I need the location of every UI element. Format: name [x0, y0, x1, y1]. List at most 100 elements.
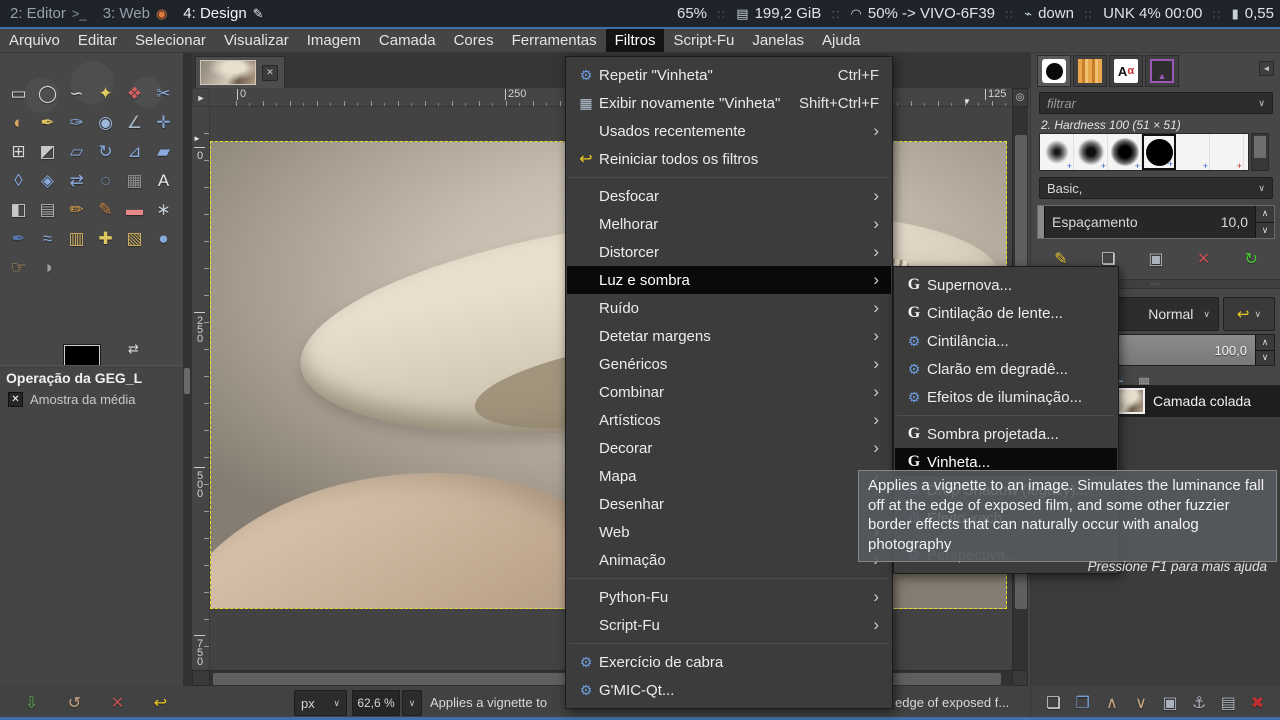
zoom-dropdown[interactable]: ∨ — [402, 690, 422, 716]
undo-icon[interactable]: ↺ — [63, 691, 87, 715]
menu-repeat-vinheta[interactable]: ⚙ Repetir "Vinheta" Ctrl+F — [567, 61, 891, 89]
menubar-item-camada[interactable]: Camada — [370, 29, 445, 52]
tab-brushes[interactable] — [1037, 55, 1071, 87]
tool-ellipse-select[interactable]: ◯ — [33, 79, 62, 108]
brush-list-scrollbar[interactable] — [1251, 133, 1269, 171]
brush-group-select[interactable]: Basic, ∨ — [1039, 177, 1273, 199]
menu-script-fu[interactable]: Script-Fu › — [567, 611, 891, 639]
tool-text[interactable]: A — [149, 166, 178, 195]
menu-gmic-qt[interactable]: ⚙ G'MIC-Qt... — [567, 676, 891, 704]
lower-layer-icon[interactable]: ∨ — [1129, 691, 1153, 715]
tool-eraser[interactable]: ▬ — [120, 195, 149, 224]
menu-reset-all-filters[interactable]: ↩ Reiniciar todos os filtros — [567, 145, 891, 173]
menubar-item-selecionar[interactable]: Selecionar — [126, 29, 215, 52]
tool-ink[interactable]: ✒ — [4, 224, 33, 253]
brush-hardness-025[interactable] — [1040, 134, 1074, 171]
tool-align[interactable]: ⊞ — [4, 137, 33, 166]
delete-layer-icon[interactable]: ✖ — [1245, 691, 1269, 715]
menu-melhorar[interactable]: Melhorar › — [567, 210, 891, 238]
brush-hardness-075[interactable] — [1108, 134, 1142, 171]
menubar-item-janelas[interactable]: Janelas — [743, 29, 813, 52]
tool-scale[interactable]: ⊿ — [120, 137, 149, 166]
quick-mask-toggle[interactable] — [192, 670, 210, 686]
tool-pencil[interactable]: ✏ — [62, 195, 91, 224]
tool-handle-transform[interactable]: ◌ — [91, 166, 120, 195]
menubar-item-visualizar[interactable]: Visualizar — [215, 29, 298, 52]
close-icon[interactable]: ✕ — [262, 64, 278, 81]
spin-down-icon[interactable]: ∨ — [1256, 351, 1274, 366]
new-group-icon[interactable]: ❒ — [1071, 691, 1095, 715]
reset-icon[interactable]: ↩ — [149, 691, 173, 715]
tool-flip[interactable]: ⇄ — [62, 166, 91, 195]
menu-ruido[interactable]: Ruído › — [567, 294, 891, 322]
spacing-spinner[interactable]: Espaçamento 10,0 ∧ ∨ — [1037, 205, 1275, 239]
workspace-4-design[interactable]: 4: Design ✎ — [183, 5, 263, 22]
menu-exercicio-de-cabra[interactable]: ⚙ Exercício de cabra — [567, 648, 891, 676]
submenu-sombra-projetada[interactable]: G Sombra projetada... — [895, 420, 1117, 448]
tool-crop[interactable]: ◩ — [33, 137, 62, 166]
clear-icon[interactable]: ✕ — [106, 691, 130, 715]
menubar-item-ajuda[interactable]: Ajuda — [813, 29, 869, 52]
menu-decorar[interactable]: Decorar › — [567, 434, 891, 462]
refresh-brushes-icon[interactable]: ↻ — [1239, 247, 1263, 271]
raise-layer-icon[interactable]: ∧ — [1100, 691, 1124, 715]
menu-python-fu[interactable]: Python-Fu › — [567, 583, 891, 611]
tab-fonts[interactable]: Aα — [1109, 55, 1143, 87]
menu-desfocar[interactable]: Desfocar › — [567, 182, 891, 210]
tool-select-by-color[interactable]: ❖ — [120, 79, 149, 108]
menubar-item-imagem[interactable]: Imagem — [298, 29, 370, 52]
duplicate-layer-icon[interactable]: ▣ — [1158, 691, 1182, 715]
delete-brush-icon[interactable]: ✕ — [1192, 247, 1216, 271]
brush-hardness-100-selected[interactable] — [1142, 134, 1176, 170]
checkbox-checked-icon[interactable]: ✕ — [8, 392, 23, 407]
layer-mode-reset-button[interactable]: ↩ ∨ — [1223, 297, 1275, 331]
new-layer-icon[interactable]: ❏ — [1042, 691, 1066, 715]
menubar-item-filtros[interactable]: Filtros — [605, 29, 665, 52]
menubar-item-arquivo[interactable]: Arquivo — [0, 29, 69, 52]
brush-filter-input[interactable]: filtrar ∨ — [1039, 92, 1273, 114]
tool-blur[interactable]: ● — [149, 224, 178, 253]
brush-splatter[interactable] — [1210, 134, 1244, 171]
menubar-item-ferramentas[interactable]: Ferramentas — [503, 29, 606, 52]
slider-handle[interactable] — [1038, 206, 1045, 238]
menu-detetar-margens[interactable]: Detetar margens › — [567, 322, 891, 350]
tab-patterns[interactable] — [1073, 55, 1107, 87]
menu-genericos[interactable]: Genéricos › — [567, 350, 891, 378]
menubar-item-script-fu[interactable]: Script-Fu — [664, 29, 743, 52]
menu-mapa[interactable]: Mapa› — [567, 462, 891, 490]
foreground-color-swatch[interactable] — [64, 345, 100, 365]
menu-combinar[interactable]: Combinar › — [567, 378, 891, 406]
menu-animacao[interactable]: Animação› — [567, 546, 891, 574]
collapse-left-icon[interactable]: ◄ — [1259, 61, 1274, 76]
menu-desenhar[interactable]: Desenhar› — [567, 490, 891, 518]
submenu-supernova[interactable]: G Supernova... — [895, 271, 1117, 299]
tool-move[interactable]: ✛ — [149, 108, 178, 137]
tool-gradient[interactable]: ▤ — [33, 195, 62, 224]
tool-free-select[interactable]: ∽ — [62, 79, 91, 108]
tab-images[interactable]: ▲ — [1145, 55, 1179, 87]
swap-colors-icon[interactable]: ⇄ — [128, 341, 139, 357]
menu-reshow-vinheta[interactable]: ▦ Exibir novamente "Vinheta" Shift+Ctrl+F — [567, 89, 891, 117]
menu-distorcer[interactable]: Distorcer › — [567, 238, 891, 266]
tool-heal[interactable]: ✚ — [91, 224, 120, 253]
tool-perspective[interactable]: ◊ — [4, 166, 33, 195]
menubar-item-editar[interactable]: Editar — [69, 29, 126, 52]
spin-up-icon[interactable]: ∧ — [1256, 335, 1274, 351]
spacing-value[interactable]: 10,0 — [1221, 214, 1248, 230]
workspace-2-editor[interactable]: 2: Editor >_ — [10, 5, 87, 22]
tool-dodge-burn[interactable]: ◑ — [33, 253, 62, 282]
tool-rect-select[interactable]: ▭ — [4, 79, 33, 108]
tool-mypaint-brush[interactable]: ≈ — [33, 224, 62, 253]
tool-paintbrush[interactable]: ✎ — [91, 195, 120, 224]
tool-clone[interactable]: ▥ — [62, 224, 91, 253]
tool-fuzzy-select[interactable]: ✦ — [91, 79, 120, 108]
navigation-preview-icon[interactable]: ◎ — [1012, 88, 1028, 107]
tool-paths[interactable]: ✒ — [33, 108, 62, 137]
brush-hardness-050[interactable] — [1074, 134, 1108, 171]
submenu-cintilancia[interactable]: ⚙ Cintilância... — [895, 327, 1117, 355]
tool-perspective-clone[interactable]: ▧ — [120, 224, 149, 253]
unit-select[interactable]: px ∨ — [294, 690, 347, 716]
menu-recently-used[interactable]: Usados recentemente › — [567, 117, 891, 145]
tool-bucket-fill[interactable]: ◧ — [4, 195, 33, 224]
merge-layer-icon[interactable]: ▤ — [1216, 691, 1240, 715]
